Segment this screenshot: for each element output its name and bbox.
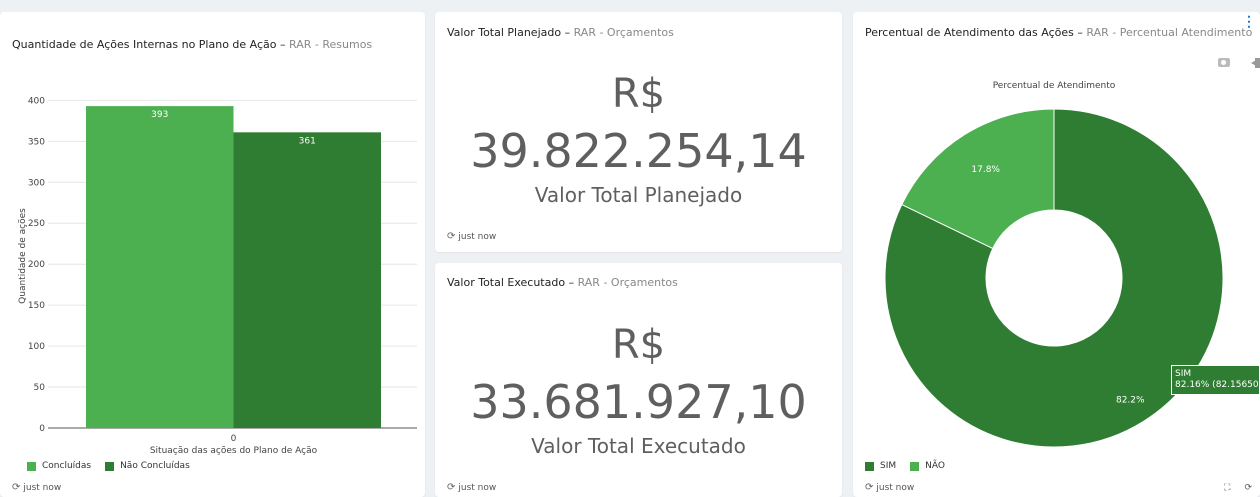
legend-swatch-nao — [910, 461, 920, 471]
legend-item-nao-concluidas[interactable]: Não Concluídas — [105, 461, 190, 471]
y-tick-label: 400 — [28, 96, 45, 106]
legend-swatch-sim — [865, 461, 874, 471]
y-tick-label: 350 — [28, 137, 45, 147]
pie-chart-card: Percentual de Atendimento das Ações – RA… — [853, 12, 1260, 497]
x-tick-label: 0 — [231, 434, 237, 444]
pie-title: Percentual de Atendimento — [993, 81, 1116, 91]
planned-card-title-text: Valor Total Planejado — [447, 26, 562, 39]
y-tick-label: 300 — [28, 178, 45, 188]
legend-item-sim[interactable]: SIM — [865, 461, 896, 471]
refresh-icon[interactable]: ⟳ — [865, 482, 873, 493]
y-tick-label: 50 — [34, 383, 46, 393]
legend-swatch-nao-concluidas — [105, 461, 115, 471]
last-updated-text: just now — [458, 482, 497, 493]
legend-label-concluidas: Concluídas — [42, 461, 92, 471]
legend-swatch-concluidas — [27, 461, 36, 471]
legend-item-nao[interactable]: NÃO — [910, 461, 945, 471]
last-updated-text: just now — [458, 231, 497, 242]
last-updated-text: just now — [876, 482, 915, 493]
planned-card-subtitle[interactable]: RAR - Orçamentos — [574, 26, 674, 39]
planned-card-title: Valor Total Planejado – RAR - Orçamentos — [447, 26, 674, 39]
bar-value-label: 361 — [299, 136, 316, 146]
executed-value: 33.681.927,10 — [470, 375, 807, 429]
pie-chart-legend: SIM NÃO — [865, 461, 945, 471]
y-tick-label: 0 — [39, 424, 45, 434]
y-tick-label: 150 — [28, 301, 45, 311]
bar-1 — [233, 132, 381, 429]
executed-label: Valor Total Executado — [531, 434, 746, 458]
legend-item-concluidas[interactable]: Concluídas — [27, 461, 91, 471]
pie-card-footer: ⟳ just now — [865, 482, 914, 493]
bar-chart-card: Quantidade de Ações Internas no Plano de… — [0, 12, 425, 497]
pie-slice-label: 17.8% — [971, 165, 1000, 175]
planned-value: 39.822.254,14 — [470, 124, 807, 178]
tooltip-value: 82.16% (82.15650) — [1175, 380, 1260, 390]
legend-label-nao-concluidas: Não Concluídas — [120, 461, 190, 471]
y-tick-label: 200 — [28, 260, 45, 270]
bar-value-label: 393 — [151, 110, 168, 120]
executed-value-card: Valor Total Executado – RAR - Orçamentos… — [435, 263, 842, 497]
planned-label: Valor Total Planejado — [534, 183, 743, 207]
planned-value-card: Valor Total Planejado – RAR - Orçamentos… — [435, 12, 842, 252]
executed-card-title: Valor Total Executado – RAR - Orçamentos — [447, 276, 678, 289]
refresh-icon[interactable]: ⟳ — [12, 482, 20, 493]
fullscreen-icon[interactable]: ⛶ — [1224, 482, 1230, 493]
pie-slice-label: 82.2% — [1116, 396, 1145, 406]
bar-card-footer: ⟳ just now — [12, 482, 61, 493]
bar-chart[interactable]: 0 50 100 150 200 250 300 350 400 393 361 0 Situação … — [0, 12, 425, 462]
refresh-icon[interactable]: ⟳ — [447, 231, 455, 242]
y-tick-label: 100 — [28, 342, 45, 352]
planned-currency: R$ — [611, 71, 666, 117]
legend-label-sim: SIM — [880, 461, 897, 471]
x-axis-title: Situação das ações do Plano de Ação — [150, 446, 318, 456]
y-tick-label: 250 — [28, 219, 45, 229]
bar-chart-legend: Concluídas Não Concluídas — [27, 461, 190, 471]
tooltip-label: SIM — [1175, 369, 1192, 379]
planned-card-footer: ⟳ just now — [447, 231, 496, 242]
refresh-icon[interactable]: ⟳ — [447, 482, 455, 493]
pie-card-footer-icons: ⛶ ⟳ — [1224, 482, 1252, 493]
title-separator: – — [568, 276, 575, 289]
executed-card-footer: ⟳ just now — [447, 482, 496, 493]
bar-0 — [86, 106, 234, 428]
executed-currency: R$ — [611, 322, 666, 368]
title-separator: – — [564, 26, 571, 39]
last-updated-text: just now — [23, 482, 62, 493]
refresh-icon[interactable]: ⟳ — [1244, 482, 1252, 493]
executed-card-title-text: Valor Total Executado — [447, 276, 566, 289]
y-axis-title: Quantidade de ações — [18, 208, 28, 304]
executed-card-subtitle[interactable]: RAR - Orçamentos — [578, 276, 678, 289]
pie-tooltip: SIM 82.16% (82.15650) — [1171, 365, 1260, 395]
legend-label-nao: NÃO — [925, 461, 945, 471]
